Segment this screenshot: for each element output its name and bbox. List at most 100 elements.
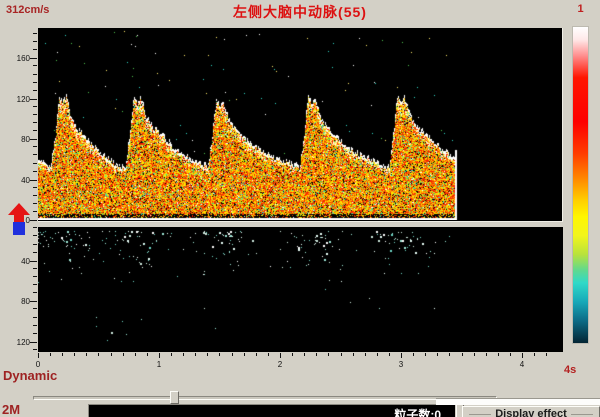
axis-tick [183, 353, 184, 356]
flow-direction-indicator [8, 203, 32, 236]
axis-tick [30, 301, 37, 302]
axis-label: 40 [8, 176, 30, 185]
axis-tick [498, 353, 499, 356]
axis-tick [33, 325, 37, 326]
axis-tick [389, 353, 390, 356]
axis-label: 2 [274, 360, 286, 369]
axis-tick [147, 353, 148, 356]
axis-tick [33, 154, 37, 155]
channel-indicator-label: 1 [572, 3, 589, 15]
axis-tick [30, 342, 37, 343]
axis-label: 160 [8, 54, 30, 63]
axis-tick [328, 353, 329, 356]
axis-tick [510, 353, 511, 356]
axis-label: 80 [8, 297, 30, 306]
up-arrow-icon [8, 203, 30, 215]
axis-tick [268, 353, 269, 356]
axis-tick [33, 74, 37, 75]
axis-tick [207, 353, 208, 356]
axis-tick [292, 353, 293, 356]
axis-tick [401, 353, 402, 358]
axis-tick [30, 58, 37, 59]
axis-tick [33, 49, 37, 50]
axis-tick [377, 353, 378, 356]
axis-tick [50, 353, 51, 356]
tcd-application-window: 312cm/s 左侧大脑中动脉(55) 1 160120804004080120… [0, 0, 600, 417]
axis-tick [30, 139, 37, 140]
axis-tick [98, 353, 99, 356]
axis-tick [33, 252, 37, 253]
axis-tick [33, 90, 37, 91]
time-scrollbar-track[interactable] [33, 396, 497, 400]
spectrogram-forward-panel [38, 28, 563, 222]
button-decor-line-left [469, 414, 491, 415]
axis-tick [33, 106, 37, 107]
particle-count-label: 粒子数:0 [394, 406, 441, 417]
axis-tick [365, 353, 366, 356]
probe-frequency-label: 2M [2, 402, 20, 417]
axis-tick [33, 114, 37, 115]
axis-tick [33, 227, 37, 228]
flow-color-box [13, 222, 25, 235]
up-arrow-stem [14, 215, 24, 222]
spectrogram-reverse-panel [38, 227, 563, 352]
axis-label: 120 [8, 338, 30, 347]
reverse-channel-canvas [38, 227, 563, 352]
axis-tick [171, 353, 172, 356]
axis-label: 40 [8, 257, 30, 266]
axis-tick [33, 292, 37, 293]
display-effect-button[interactable]: Display effect [462, 406, 600, 417]
axis-tick [353, 353, 354, 356]
axis-tick [33, 317, 37, 318]
axis-tick [33, 146, 37, 147]
axis-tick [30, 180, 37, 181]
axis-tick [30, 99, 37, 100]
axis-tick [86, 353, 87, 356]
axis-tick [33, 235, 37, 236]
axis-tick [33, 130, 37, 131]
axis-tick [123, 353, 124, 356]
axis-tick [30, 261, 37, 262]
axis-tick [33, 41, 37, 42]
axis-tick [33, 33, 37, 34]
button-top-strip [436, 398, 600, 405]
doppler-color-scale [572, 26, 589, 344]
axis-tick [33, 284, 37, 285]
axis-tick [449, 353, 450, 356]
axis-tick [135, 353, 136, 356]
axis-tick [413, 353, 414, 356]
axis-tick [280, 353, 281, 358]
axis-tick [341, 353, 342, 356]
axis-tick [33, 244, 37, 245]
axis-label: 3 [395, 360, 407, 369]
axis-tick [33, 171, 37, 172]
axis-tick [33, 333, 37, 334]
status-bar: 粒子数:0 [88, 404, 455, 417]
axis-tick [33, 195, 37, 196]
time-scrollbar-thumb[interactable] [170, 391, 179, 404]
display-effect-button-label: Display effect [495, 408, 567, 417]
axis-tick [33, 203, 37, 204]
axis-tick [62, 353, 63, 356]
axis-tick [33, 276, 37, 277]
axis-tick [33, 268, 37, 269]
axis-tick [486, 353, 487, 356]
sweep-time-label: 4s [564, 364, 594, 376]
axis-tick [437, 353, 438, 356]
axis-tick [33, 82, 37, 83]
axis-tick [33, 187, 37, 188]
axis-tick [33, 65, 37, 66]
axis-tick [232, 353, 233, 356]
doppler-spectrogram-canvas [38, 28, 561, 220]
axis-tick [33, 163, 37, 164]
axis-tick [74, 353, 75, 356]
button-decor-line-right [571, 414, 593, 415]
axis-tick [316, 353, 317, 356]
axis-tick [546, 353, 547, 356]
axis-tick [256, 353, 257, 356]
axis-tick [33, 122, 37, 123]
axis-tick [38, 353, 39, 358]
axis-label: 1 [153, 360, 165, 369]
axis-tick [474, 353, 475, 356]
axis-tick [33, 349, 37, 350]
